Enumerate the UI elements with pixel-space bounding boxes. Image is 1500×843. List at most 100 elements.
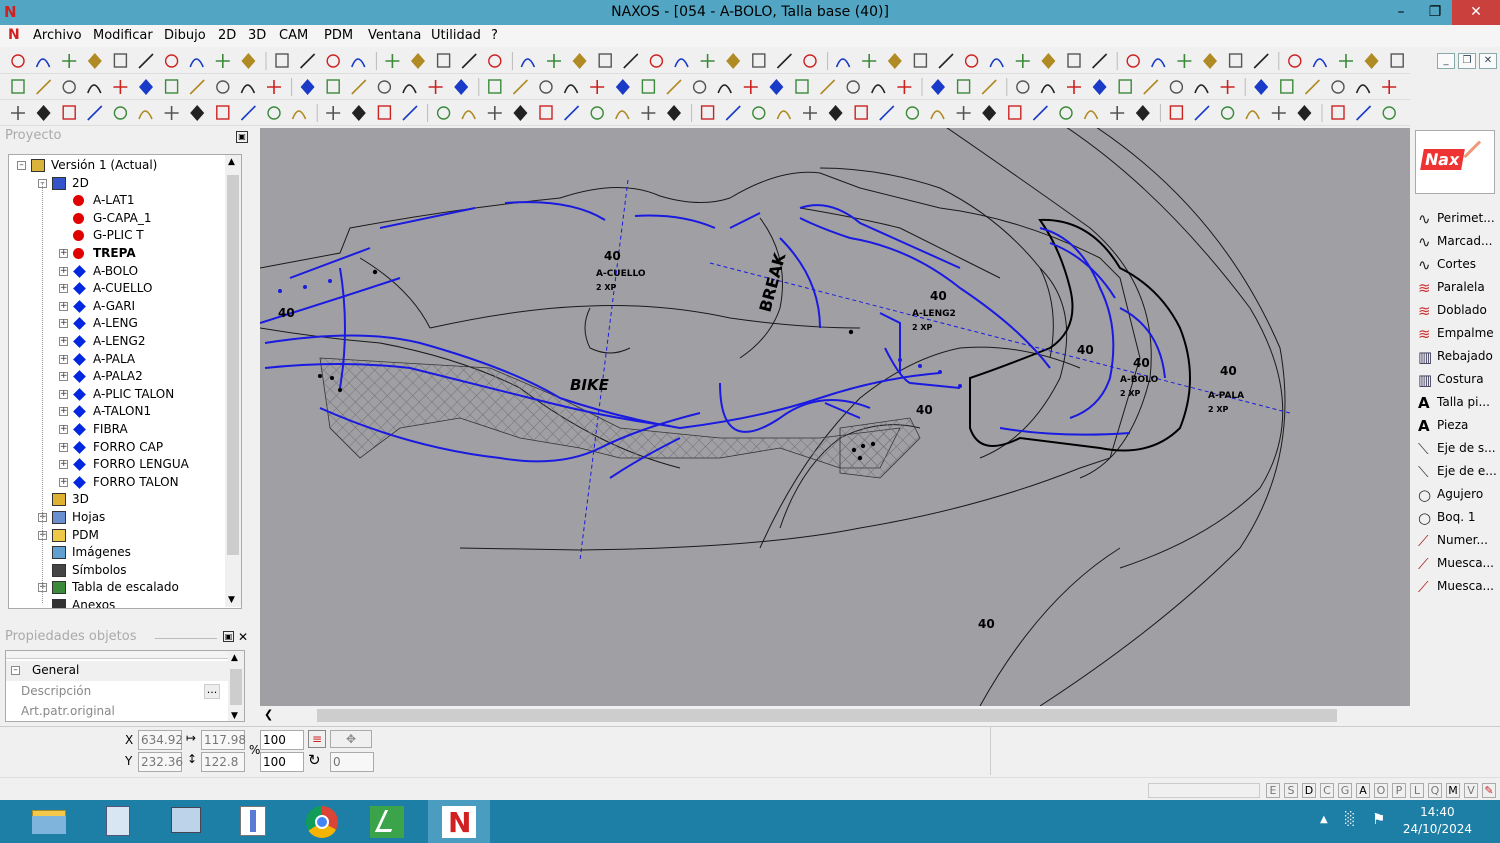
mdi-restore-button[interactable]: ❐: [1458, 53, 1476, 69]
toolbar-button[interactable]: [454, 79, 469, 95]
toolbar-button[interactable]: [520, 58, 536, 68]
toolbar-button[interactable]: [138, 110, 153, 120]
toolbar-button[interactable]: [1169, 80, 1184, 94]
expand-icon[interactable]: +: [59, 319, 68, 329]
toolbar-button[interactable]: [828, 105, 843, 121]
canvas-size-label[interactable]: 40: [978, 617, 995, 631]
toolbar-button[interactable]: [62, 80, 76, 94]
toolbar-button[interactable]: [461, 110, 476, 120]
toolbar-button[interactable]: [835, 58, 851, 68]
toolbar-button[interactable]: [36, 79, 52, 95]
canvas-piece-count[interactable]: 2 XP: [1208, 405, 1229, 414]
toolbar-button[interactable]: [743, 80, 758, 94]
toolbar-button[interactable]: [1254, 79, 1269, 95]
tool-button[interactable]: ▥ Rebajado: [1416, 346, 1496, 368]
toolbar-button[interactable]: [513, 105, 528, 121]
toolbar-button[interactable]: [1143, 79, 1159, 95]
toolbar-button[interactable]: [590, 80, 605, 94]
toolbar-button[interactable]: [982, 105, 997, 121]
toolbar-button[interactable]: [240, 105, 256, 121]
toolbar-button[interactable]: [436, 53, 451, 68]
scroll-up-icon[interactable]: ▲: [228, 157, 235, 167]
toolbar-button[interactable]: [623, 53, 639, 69]
toolbar-button[interactable]: [776, 53, 792, 69]
toolbar-button[interactable]: [1297, 105, 1312, 121]
toolbar-button[interactable]: [190, 105, 205, 121]
toolbar-button[interactable]: [725, 105, 741, 121]
status-edit-icon[interactable]: ✎: [1482, 783, 1496, 798]
canvas-scroll-thumb[interactable]: [317, 709, 1337, 722]
toolbar-button[interactable]: [1110, 106, 1125, 120]
toolbar-button[interactable]: [1382, 106, 1396, 120]
canvas-size-label[interactable]: 40: [1077, 343, 1094, 357]
toolbar-button[interactable]: [769, 79, 784, 95]
canvas-size-label[interactable]: 40: [604, 249, 621, 263]
toolbar-button[interactable]: [539, 80, 553, 94]
align-button[interactable]: ≡: [308, 730, 326, 748]
tool-button[interactable]: A Pieza: [1416, 415, 1496, 437]
toolbar-button[interactable]: [1356, 105, 1372, 121]
toolbar-button[interactable]: [563, 84, 579, 94]
toolbar-button[interactable]: [871, 84, 886, 94]
toolbar-button[interactable]: [275, 53, 289, 68]
canvas-size-label[interactable]: 40: [916, 403, 933, 417]
property-art-patr-original[interactable]: Art.patr.original: [6, 701, 228, 721]
network-icon[interactable]: ░: [1345, 812, 1355, 827]
canvas-piece-count[interactable]: 2 XP: [596, 283, 617, 292]
menu-archivo[interactable]: Archivo: [33, 28, 82, 43]
toolbar-button[interactable]: [1355, 84, 1371, 94]
canvas-piece-name[interactable]: A-LENG2: [912, 309, 956, 319]
toolbar-button[interactable]: [326, 79, 340, 94]
toolbar-button[interactable]: [862, 54, 877, 68]
toolbar-button[interactable]: [428, 80, 443, 94]
chrome-icon[interactable]: [290, 800, 352, 843]
toolbar-button[interactable]: [189, 79, 205, 95]
tool-button[interactable]: ○ Boq. 1: [1416, 507, 1496, 529]
scale-y-field[interactable]: 100: [260, 752, 304, 772]
toolbar-button[interactable]: [488, 79, 502, 94]
menu-3d[interactable]: 3D: [248, 28, 266, 43]
toolbar-button[interactable]: [138, 53, 154, 69]
tool-button[interactable]: ∿ Cortes: [1416, 254, 1496, 276]
status-toggle[interactable]: L: [1410, 783, 1424, 798]
toolbar-button[interactable]: [930, 110, 945, 120]
x-coordinate-field[interactable]: 634.92: [138, 730, 183, 750]
toolbar-button[interactable]: [989, 58, 1004, 68]
toolbar-button[interactable]: [11, 54, 25, 68]
toolbar-button[interactable]: [674, 58, 689, 68]
angle-field[interactable]: 0: [330, 752, 374, 772]
toolbar-button[interactable]: [931, 79, 945, 95]
status-toggle[interactable]: P: [1392, 783, 1406, 798]
tool-button[interactable]: ≋ Empalme: [1416, 323, 1496, 345]
toolbar-button[interactable]: [1067, 80, 1081, 94]
close-button[interactable]: ✕: [1452, 0, 1500, 25]
toolbar-button[interactable]: [879, 105, 895, 121]
toolbar-button[interactable]: [1092, 53, 1108, 69]
tool-button[interactable]: ⟋ Muesca...: [1416, 576, 1496, 598]
tool-button[interactable]: ⟍ Eje de s...: [1416, 438, 1496, 460]
toolbar-button[interactable]: [1194, 105, 1210, 121]
status-toggle[interactable]: E: [1266, 783, 1280, 798]
scroll-left-icon[interactable]: ❮: [264, 708, 273, 721]
toolbar-button[interactable]: [752, 106, 766, 120]
toolbar-button[interactable]: [1228, 53, 1243, 68]
toolbar-button[interactable]: [300, 79, 315, 95]
menu-2d[interactable]: 2D: [218, 28, 236, 43]
toolbar-button[interactable]: [402, 105, 418, 121]
toolbar-button[interactable]: [981, 79, 997, 95]
menu-ventana[interactable]: Ventana: [368, 28, 421, 43]
toolbar-button[interactable]: [164, 54, 179, 68]
toolbar-button[interactable]: [913, 53, 928, 68]
toolbar-button[interactable]: [897, 80, 912, 94]
toolbar-button[interactable]: [956, 79, 971, 94]
toolbar-button[interactable]: [411, 53, 425, 69]
toolbar-button[interactable]: [1177, 54, 1192, 68]
expand-icon[interactable]: +: [59, 442, 68, 452]
toolbar-button[interactable]: [803, 106, 817, 120]
properties-scrollbar[interactable]: ▲ ▼: [228, 651, 244, 721]
menu-modificar[interactable]: Modificar: [93, 28, 153, 43]
minimize-button[interactable]: –: [1384, 0, 1418, 25]
y-coordinate-field[interactable]: 232.36: [138, 752, 183, 772]
canvas-logo-text[interactable]: BIKE: [570, 376, 610, 394]
canvas-logo-text[interactable]: BREAK: [756, 250, 790, 314]
